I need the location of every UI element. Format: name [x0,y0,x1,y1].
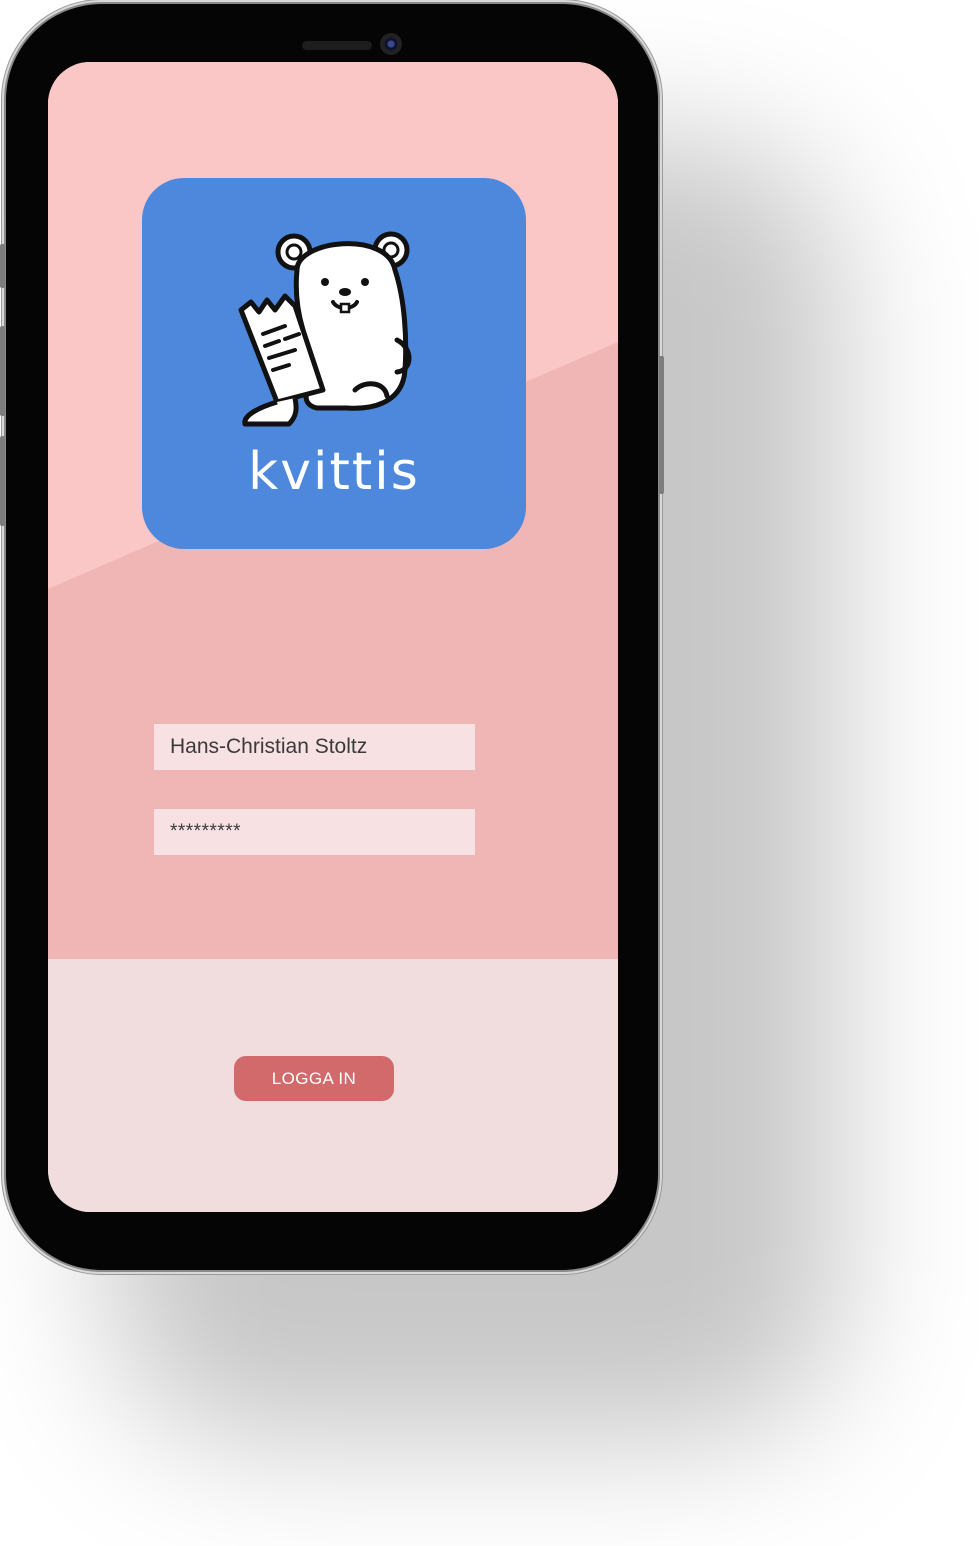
phone-screen: kvittis LOGGA IN [48,62,618,1212]
phone-frame: kvittis LOGGA IN [0,4,664,1270]
mockup-stage: kvittis LOGGA IN [0,0,979,1546]
app-name-wordmark: kvittis [248,442,420,502]
front-camera-icon [380,33,402,55]
side-button-power [659,356,664,494]
bear-with-receipt-icon [238,231,412,427]
side-button-volume-down [0,436,5,526]
username-input[interactable] [154,724,475,770]
earpiece-speaker [302,41,372,50]
side-button-mute [0,244,5,288]
password-input[interactable] [154,809,475,855]
app-logo-tile: kvittis [142,178,526,549]
login-button[interactable]: LOGGA IN [234,1056,394,1101]
side-button-volume-up [0,326,5,416]
